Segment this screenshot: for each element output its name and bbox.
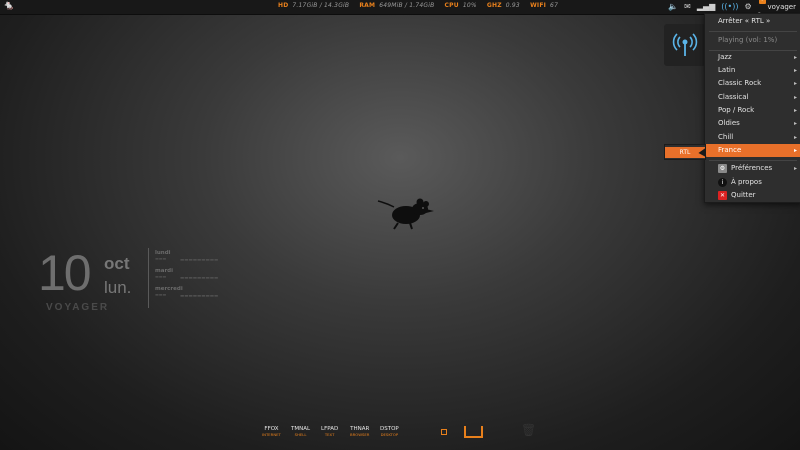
quit-item[interactable]: ✕ Quitter: [705, 189, 800, 202]
forecast-placeholder: ▬▬▬: [155, 256, 167, 261]
top-panel: 🐁 HD 7.17GiB / 14.3GiB RAM 649MiB / 1.74Gi…: [0, 0, 800, 19]
widget-divider: [148, 248, 149, 308]
preferences-item[interactable]: ⚙ Préférences ▸: [705, 162, 800, 175]
mail-icon[interactable]: ✉: [684, 0, 691, 14]
radio-widget[interactable]: [664, 24, 706, 66]
genre-latin[interactable]: Latin ▸: [705, 64, 800, 77]
genre-label: Pop / Rock: [718, 106, 755, 114]
chevron-right-icon: ▸: [793, 120, 797, 127]
cpu-label: CPU: [444, 2, 459, 9]
genre-france[interactable]: France ▸: [705, 144, 800, 157]
genre-label: Latin: [718, 66, 736, 74]
forecast-text-placeholder: ▬▬▬▬▬▬▬▬▬: [180, 294, 219, 299]
forecast-text-placeholder: ▬▬▬▬▬▬▬▬▬: [180, 258, 219, 263]
xfce-mouse-logo-icon: [377, 198, 434, 230]
signal-icon[interactable]: ▂▄▆: [697, 0, 715, 14]
dock-sublabel: SHELL: [294, 432, 307, 437]
forecast-day: mardi ▬▬▬: [155, 268, 173, 279]
xfce-menu-icon[interactable]: 🐁: [3, 1, 14, 11]
dock-sublabel: INTERNET: [262, 432, 281, 437]
trash-icon[interactable]: 🗑: [521, 423, 536, 437]
chevron-right-icon: ▸: [793, 94, 797, 101]
workspace-icon[interactable]: [441, 429, 447, 435]
dock-thunar[interactable]: THNAR BROWSER: [350, 426, 369, 437]
genre-label: Oldies: [718, 119, 740, 127]
about-item[interactable]: i À propos: [705, 176, 800, 189]
dock-sublabel: TEXT: [324, 432, 335, 437]
genre-oldies[interactable]: Oldies ▸: [705, 117, 800, 130]
forecast-day: lundi ▬▬▬: [155, 250, 171, 261]
date-day: 10: [38, 245, 92, 301]
settings-icon[interactable]: ⚙: [745, 0, 752, 14]
system-tray: 🔈 ✉ ▂▄▆ ((•)) ⚙ ! 2 voyager: [668, 0, 800, 19]
genre-jazz[interactable]: Jazz ▸: [705, 51, 800, 64]
dock-firefox[interactable]: FFOX INTERNET: [262, 426, 281, 437]
genre-label: Jazz: [718, 53, 732, 61]
system-monitor: HD 7.17GiB / 14.3GiB RAM 649MiB / 1.74GiB …: [278, 2, 566, 9]
cpu-value: 10%: [462, 2, 477, 9]
genre-label: Classic Rock: [718, 79, 762, 87]
close-icon: ✕: [718, 191, 727, 200]
chevron-right-icon: ▸: [793, 134, 797, 141]
chevron-right-icon: ▸: [793, 80, 797, 87]
forecast-placeholder: ▬▬▬: [155, 292, 167, 297]
genre-classic-rock[interactable]: Classic Rock ▸: [705, 77, 800, 90]
show-desktop-icon[interactable]: [464, 426, 483, 438]
radio-menu: Arrêter « RTL » Playing (vol: 1%) Jazz ▸ …: [704, 13, 800, 203]
dock-terminal[interactable]: TMNAL SHELL: [291, 426, 310, 437]
ghz-value: 0.93: [505, 2, 520, 9]
date-weekday: lun.: [104, 278, 132, 297]
chevron-right-icon: ▸: [793, 107, 797, 114]
radio-antenna-icon: [672, 33, 698, 56]
info-icon: i: [718, 178, 727, 187]
hd-label: HD: [278, 2, 289, 9]
forecast-placeholder: ▬▬▬: [155, 274, 167, 279]
chevron-right-icon: ▸: [793, 67, 797, 74]
dock-leafpad[interactable]: LFPAD TEXT: [321, 426, 338, 437]
genre-label: France: [718, 146, 742, 154]
preferences-label: Préférences: [731, 164, 773, 172]
genre-label: Chill: [718, 133, 734, 141]
dock-sublabel: DESKTOP: [380, 432, 399, 437]
preferences-icon: ⚙: [718, 164, 727, 173]
hd-value: 7.17GiB / 14.3GiB: [292, 2, 350, 9]
chevron-right-icon: ▸: [793, 165, 797, 172]
menu-separator: [709, 31, 797, 32]
radio-tray-icon[interactable]: ((•)): [721, 0, 738, 14]
ram-label: RAM: [359, 2, 376, 9]
genre-classical[interactable]: Classical ▸: [705, 91, 800, 104]
dock-sublabel: BROWSER: [350, 432, 370, 437]
genre-pop-rock[interactable]: Pop / Rock ▸: [705, 104, 800, 117]
ram-value: 649MiB / 1.74GiB: [379, 2, 435, 9]
date-month: oct: [104, 254, 130, 273]
dock-desktop[interactable]: DSTOP DESKTOP: [380, 426, 399, 437]
volume-icon[interactable]: 🔈: [668, 0, 678, 14]
stop-radio-item[interactable]: Arrêter « RTL »: [705, 15, 800, 28]
genre-label: Classical: [718, 93, 749, 101]
genre-chill[interactable]: Chill ▸: [705, 131, 800, 144]
playing-status: Playing (vol: 1%): [718, 36, 778, 44]
wifi-label: WIFI: [530, 2, 547, 9]
chevron-right-icon: ▸: [793, 147, 797, 154]
username-label[interactable]: voyager: [768, 3, 797, 11]
chevron-right-icon: ▸: [793, 54, 797, 61]
forecast-day: mercredi ▬▬▬: [155, 286, 183, 297]
notification-badge-icon: !: [758, 0, 766, 4]
about-label: À propos: [731, 178, 762, 186]
forecast-text-placeholder: ▬▬▬▬▬▬▬▬▬: [180, 276, 219, 281]
wifi-value: 67: [550, 2, 559, 9]
quit-label: Quitter: [731, 191, 756, 199]
ghz-label: GHZ: [486, 2, 502, 9]
menu-separator: [709, 160, 797, 161]
hostname-label: VOYAGER: [46, 302, 110, 313]
